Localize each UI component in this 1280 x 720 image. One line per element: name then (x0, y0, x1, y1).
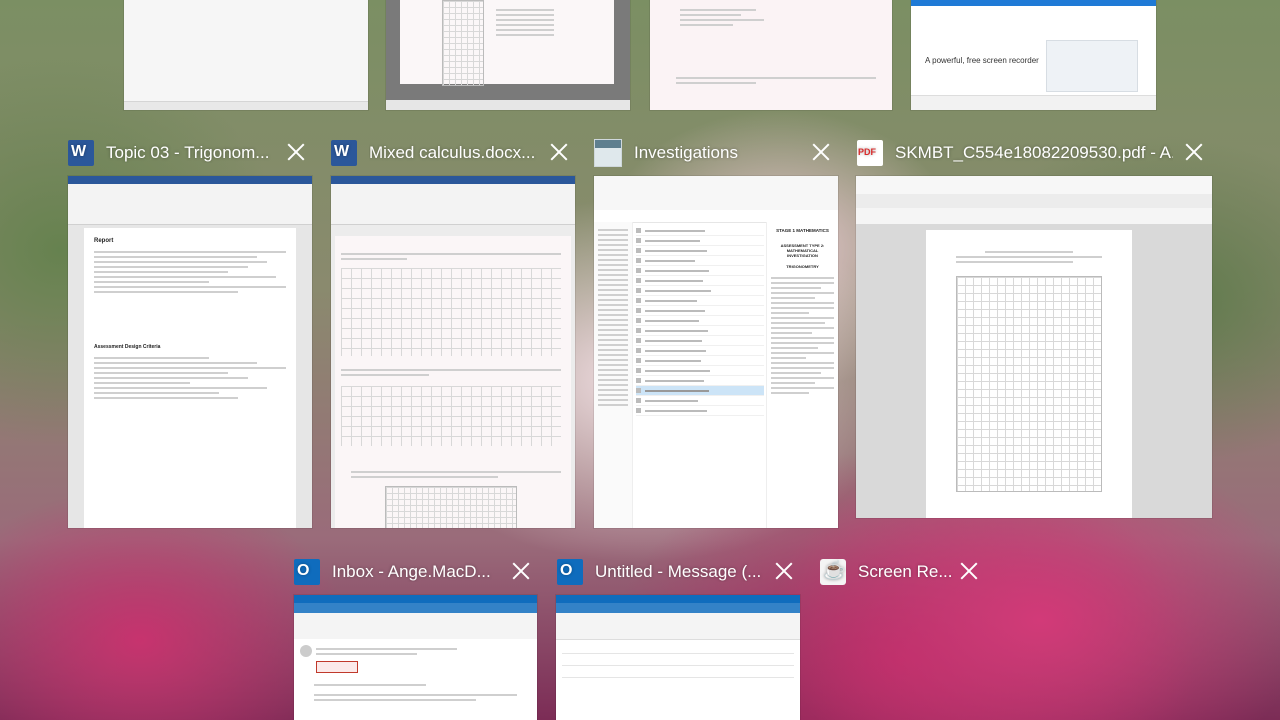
java-icon (820, 559, 846, 585)
close-icon[interactable] (1183, 141, 1205, 163)
close-icon[interactable] (810, 141, 832, 163)
window-title-label: Investigations (634, 143, 738, 162)
window-title-label: Topic 03 - Trigonom... (106, 143, 270, 162)
window-title-mixed-calculus[interactable]: Mixed calculus.docx... (331, 140, 541, 166)
window-title-label: Inbox - Ange.MacD... (332, 562, 491, 581)
close-icon[interactable] (958, 560, 980, 582)
outlook-icon (294, 559, 320, 585)
close-icon[interactable] (285, 141, 307, 163)
window-title-untitled-message[interactable]: Untitled - Message (... (557, 559, 767, 585)
window-title-investigations[interactable]: Investigations (594, 139, 804, 167)
preview-topic: TRIGONOMETRY (786, 264, 819, 269)
close-icon[interactable] (510, 560, 532, 582)
recorder-heading: A powerful, free screen recorder (925, 56, 1039, 65)
window-thumbnail-top-4[interactable]: A powerful, free screen recorder (911, 0, 1156, 110)
preview-subheading: ASSESSMENT TYPE 2: MATHEMATICAL INVESTIG… (780, 243, 825, 258)
window-title-inbox[interactable]: Inbox - Ange.MacD... (294, 559, 504, 585)
window-title-label: Screen Re... (858, 562, 953, 581)
window-title-topic03[interactable]: Topic 03 - Trigonom... (68, 140, 278, 166)
window-title-label: Mixed calculus.docx... (369, 143, 536, 162)
window-thumbnail-top-2[interactable] (386, 0, 630, 110)
doc-heading: Report (94, 238, 114, 244)
window-thumbnail-investigations[interactable]: STAGE 1 MATHEMATICS ASSESSMENT TYPE 2: M… (594, 176, 838, 528)
window-thumbnail-inbox[interactable] (294, 595, 537, 720)
window-thumbnail-topic03[interactable]: Report Assessment Design Criteria (68, 176, 312, 528)
word-icon (68, 140, 94, 166)
window-thumbnail-top-1[interactable] (124, 0, 368, 110)
window-title-label: SKMBT_C554e18082209530.pdf - A... (895, 143, 1173, 162)
window-title-label: Untitled - Message (... (595, 562, 762, 581)
window-thumbnail-mixed-calculus[interactable] (331, 176, 575, 528)
window-thumbnail-untitled-message[interactable] (556, 595, 800, 720)
preview-heading: STAGE 1 MATHEMATICS (776, 228, 829, 233)
close-icon[interactable] (548, 141, 570, 163)
window-title-pdf[interactable]: SKMBT_C554e18082209530.pdf - A... (857, 140, 1173, 166)
outlook-icon (557, 559, 583, 585)
window-thumbnail-pdf[interactable] (856, 176, 1212, 518)
window-thumbnail-top-3[interactable] (650, 0, 892, 110)
pdf-icon (857, 140, 883, 166)
close-icon[interactable] (773, 560, 795, 582)
window-title-screen-recorder[interactable]: Screen Re... (820, 559, 958, 585)
doc-section: Assessment Design Criteria (94, 344, 161, 350)
folder-icon (594, 139, 622, 167)
word-icon (331, 140, 357, 166)
